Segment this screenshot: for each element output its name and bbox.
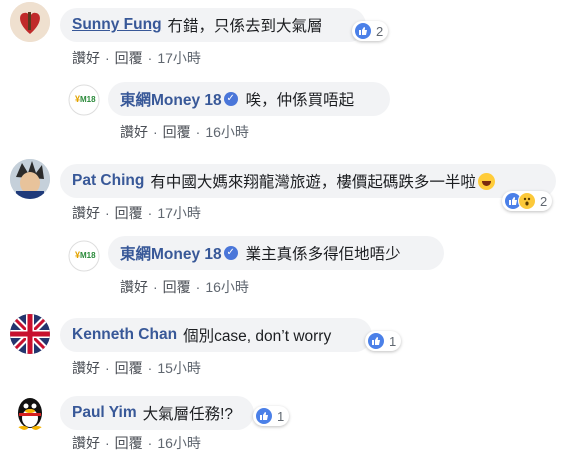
like-link[interactable]: 讚好 xyxy=(72,435,100,451)
reply-actions: 讚好 · 回覆 · 16小時 xyxy=(120,279,249,295)
money18-logo-icon: ¥ M18 xyxy=(68,84,100,116)
timestamp[interactable]: 15小時 xyxy=(157,360,201,376)
timestamp[interactable]: 16小時 xyxy=(157,435,201,451)
reaction-count: 1 xyxy=(389,333,397,349)
comment-actions: 讚好 · 回覆 · 17小時 xyxy=(72,205,201,221)
avatar-flag-image xyxy=(10,314,50,354)
money18-logo-icon: ¥ M18 xyxy=(68,240,100,272)
comment-bubble: Sunny Fung 冇錯，只係去到大氣層 xyxy=(60,8,366,42)
reply-link[interactable]: 回覆 xyxy=(163,279,191,295)
wow-face-icon xyxy=(518,192,536,210)
comment-text: 有中國大媽來翔龍灣旅遊，樓價起碼跌多一半啦 xyxy=(150,174,476,191)
svg-text:M18: M18 xyxy=(80,251,96,260)
thumbs-up-icon xyxy=(367,332,385,350)
comment-text: 個別case, don’t worry xyxy=(183,328,332,345)
reply-bubble: 東網Money 18 ✓ 唉，仲係買唔起 xyxy=(108,82,390,116)
avatar-money18[interactable]: ¥ M18 xyxy=(68,84,100,116)
verified-badge-icon: ✓ xyxy=(223,92,238,106)
reaction-summary[interactable]: 1 xyxy=(253,406,290,426)
avatar-paul-yim[interactable] xyxy=(10,391,50,431)
commenter-name[interactable]: Sunny Fung xyxy=(72,16,162,34)
timestamp[interactable]: 17小時 xyxy=(157,50,201,66)
like-link[interactable]: 讚好 xyxy=(120,124,148,140)
reaction-count: 2 xyxy=(376,23,384,39)
comment-text: 冇錯，只係去到大氣層 xyxy=(167,18,323,35)
commenter-name[interactable]: Paul Yim xyxy=(72,404,137,422)
reply-text: 唉，仲係買唔起 xyxy=(245,92,355,109)
reaction-summary[interactable]: 2 xyxy=(502,191,553,211)
reply-link[interactable]: 回覆 xyxy=(115,435,143,451)
avatar-money18[interactable]: ¥ M18 xyxy=(68,240,100,272)
comment-bubble: Kenneth Chan 個別case, don’t worry xyxy=(60,318,372,352)
reply-text: 業主真係多得佢地唔少 xyxy=(245,246,401,263)
commenter-name[interactable]: Kenneth Chan xyxy=(72,326,177,344)
comment-text: 大氣層任務!? xyxy=(142,406,234,423)
comment-actions: 讚好 · 回覆 · 17小時 xyxy=(72,50,201,66)
like-link[interactable]: 讚好 xyxy=(120,279,148,295)
reaction-summary[interactable]: 2 xyxy=(352,21,389,41)
reply-link[interactable]: 回覆 xyxy=(115,205,143,221)
svg-text:M18: M18 xyxy=(80,95,96,104)
verified-badge-icon: ✓ xyxy=(223,246,238,260)
reply-author-name[interactable]: 東網Money 18 xyxy=(120,88,222,110)
reaction-count: 2 xyxy=(540,193,548,209)
thumbs-up-icon xyxy=(255,407,273,425)
avatar-kenneth-chan[interactable] xyxy=(10,314,50,354)
reaction-count: 1 xyxy=(277,408,285,424)
timestamp[interactable]: 16小時 xyxy=(205,124,249,140)
avatar-character-image xyxy=(10,159,50,199)
reaction-summary[interactable]: 1 xyxy=(365,331,402,351)
comment-bubble: Pat Ching 有中國大媽來翔龍灣旅遊，樓價起碼跌多一半啦 xyxy=(60,164,556,198)
like-link[interactable]: 讚好 xyxy=(72,205,100,221)
timestamp[interactable]: 16小時 xyxy=(205,279,249,295)
comment-actions: 讚好 · 回覆 · 16小時 xyxy=(72,435,201,451)
reply-link[interactable]: 回覆 xyxy=(115,50,143,66)
avatar-penguin-image xyxy=(10,391,50,431)
reply-link[interactable]: 回覆 xyxy=(115,360,143,376)
like-link[interactable]: 讚好 xyxy=(72,50,100,66)
reply-author-name[interactable]: 東網Money 18 xyxy=(120,242,222,264)
avatar-sunny-fung[interactable] xyxy=(10,2,50,42)
commenter-name[interactable]: Pat Ching xyxy=(72,172,144,190)
comment-bubble: Paul Yim 大氣層任務!? xyxy=(60,396,254,430)
reply-link[interactable]: 回覆 xyxy=(163,124,191,140)
reply-bubble: 東網Money 18 ✓ 業主真係多得佢地唔少 xyxy=(108,236,444,270)
avatar-heart-image xyxy=(10,2,50,42)
like-link[interactable]: 讚好 xyxy=(72,360,100,376)
thumbs-up-icon xyxy=(354,22,372,40)
comment-actions: 讚好 · 回覆 · 15小時 xyxy=(72,360,201,376)
avatar-pat-ching[interactable] xyxy=(10,159,50,199)
timestamp[interactable]: 17小時 xyxy=(157,205,201,221)
laughing-emoji-icon xyxy=(477,172,495,190)
reply-actions: 讚好 · 回覆 · 16小時 xyxy=(120,124,249,140)
